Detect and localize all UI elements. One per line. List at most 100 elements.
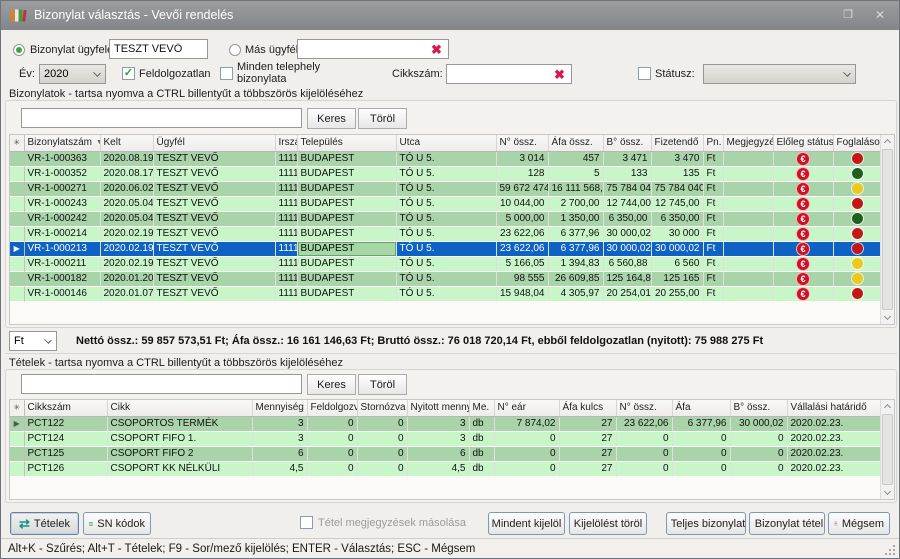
doc-number-cell[interactable]: VR-1-000182 bbox=[24, 271, 100, 286]
items-search-input[interactable] bbox=[21, 374, 302, 394]
doc-number-cell[interactable]: VR-1-000242 bbox=[24, 211, 100, 226]
currency-cell[interactable]: Ft bbox=[703, 181, 723, 196]
unit-price-cell[interactable]: 0 bbox=[494, 461, 559, 476]
date-cell[interactable]: 2020.08.17 bbox=[100, 166, 153, 181]
city-cell[interactable]: BUDAPEST bbox=[297, 166, 396, 181]
reservation-status-cell[interactable] bbox=[833, 196, 882, 211]
document-row[interactable]: VR-1-0002422020.05.04TESZT VEVŐ1111BUDAP… bbox=[10, 211, 882, 226]
doc-customer-input[interactable] bbox=[109, 39, 208, 59]
unit-price-cell[interactable]: 0 bbox=[494, 446, 559, 461]
items-scrollbar[interactable] bbox=[880, 400, 894, 499]
column-header[interactable]: Irszá bbox=[275, 135, 297, 151]
doc-number-cell[interactable]: VR-1-000363 bbox=[24, 151, 100, 166]
gross-total-cell[interactable]: 133 bbox=[603, 166, 651, 181]
vat-total-cell[interactable]: 0 bbox=[672, 431, 730, 446]
copy-item-notes-checkbox[interactable] bbox=[300, 516, 313, 529]
processed-cell[interactable]: 0 bbox=[307, 461, 357, 476]
column-header[interactable]: Nyitott menny bbox=[407, 400, 469, 416]
gross-total-cell[interactable]: 125 164,85 bbox=[603, 271, 651, 286]
column-header[interactable]: Áfa kulcs bbox=[559, 400, 616, 416]
document-row[interactable]: VR-1-0003632020.08.19TESZT VEVŐ1111BUDAP… bbox=[10, 151, 882, 166]
vat-total-cell[interactable]: 6 377,96 bbox=[548, 226, 603, 241]
item-row[interactable]: ▶PCT122CSOPORTOS TERMÉK3003db7 874,02272… bbox=[10, 416, 882, 431]
advance-status-cell[interactable]: € bbox=[773, 256, 833, 271]
document-row[interactable]: VR-1-0002432020.05.04TESZT VEVŐ1111BUDAP… bbox=[10, 196, 882, 211]
row-indicator[interactable]: ▶ bbox=[10, 416, 24, 431]
unit-cell[interactable]: db bbox=[469, 446, 494, 461]
documents-scrollbar[interactable] bbox=[880, 135, 894, 324]
currency-cell[interactable]: Ft bbox=[703, 271, 723, 286]
vat-total-cell[interactable]: 0 bbox=[672, 446, 730, 461]
processed-cell[interactable]: 0 bbox=[307, 446, 357, 461]
doc-customer-radio[interactable] bbox=[13, 44, 25, 56]
row-indicator[interactable]: ▶ bbox=[10, 241, 24, 256]
vat-rate-cell[interactable]: 27 bbox=[559, 446, 616, 461]
advance-status-cell[interactable]: € bbox=[773, 271, 833, 286]
gross-total-cell[interactable]: 0 bbox=[730, 431, 787, 446]
column-header[interactable]: Pn. bbox=[703, 135, 723, 151]
row-indicator[interactable] bbox=[10, 226, 24, 241]
note-cell[interactable] bbox=[723, 166, 773, 181]
customer-cell[interactable]: TESZT VEVŐ bbox=[153, 286, 275, 301]
advance-status-cell[interactable]: € bbox=[773, 196, 833, 211]
city-cell[interactable]: BUDAPEST bbox=[297, 211, 396, 226]
zip-cell[interactable]: 1111 bbox=[275, 166, 297, 181]
column-header[interactable]: N° eár bbox=[494, 400, 559, 416]
street-cell[interactable]: TÓ U 5. bbox=[396, 271, 496, 286]
street-cell[interactable]: TÓ U 5. bbox=[396, 256, 496, 271]
date-cell[interactable]: 2020.08.19 bbox=[100, 151, 153, 166]
row-indicator[interactable] bbox=[10, 461, 24, 476]
quantity-cell[interactable]: 3 bbox=[252, 431, 307, 446]
document-row[interactable]: VR-1-0002142020.02.19TESZT VEVŐ1111BUDAP… bbox=[10, 226, 882, 241]
payable-cell[interactable]: 6 560 bbox=[651, 256, 703, 271]
date-cell[interactable]: 2020.01.07 bbox=[100, 286, 153, 301]
doc-number-cell[interactable]: VR-1-000213 bbox=[24, 241, 100, 256]
status-select[interactable] bbox=[703, 64, 856, 84]
unit-price-cell[interactable]: 0 bbox=[494, 431, 559, 446]
unit-cell[interactable]: db bbox=[469, 461, 494, 476]
note-cell[interactable] bbox=[723, 271, 773, 286]
clear-selection-button[interactable]: Kijelölést töröl bbox=[569, 512, 647, 535]
documents-search-input[interactable] bbox=[21, 108, 302, 128]
row-indicator[interactable] bbox=[10, 166, 24, 181]
customer-cell[interactable]: TESZT VEVŐ bbox=[153, 196, 275, 211]
row-indicator[interactable] bbox=[10, 196, 24, 211]
zip-cell[interactable]: 1111 bbox=[275, 256, 297, 271]
net-total-cell[interactable]: 10 044,00 bbox=[496, 196, 548, 211]
open-quantity-cell[interactable]: 3 bbox=[407, 416, 469, 431]
vat-total-cell[interactable]: 0 bbox=[672, 461, 730, 476]
note-cell[interactable] bbox=[723, 151, 773, 166]
gross-total-cell[interactable]: 30 000,02 bbox=[603, 241, 651, 256]
item-name-cell[interactable]: CSOPORTOS TERMÉK bbox=[107, 416, 252, 431]
customer-cell[interactable]: TESZT VEVŐ bbox=[153, 211, 275, 226]
gross-total-cell[interactable]: 20 254,01 bbox=[603, 286, 651, 301]
payable-cell[interactable]: 125 165 bbox=[651, 271, 703, 286]
note-cell[interactable] bbox=[723, 241, 773, 256]
reservation-status-cell[interactable] bbox=[833, 271, 882, 286]
reservation-status-cell[interactable] bbox=[833, 241, 882, 256]
document-row[interactable]: VR-1-0001462020.01.07TESZT VEVŐ1111BUDAP… bbox=[10, 286, 882, 301]
currency-cell[interactable]: Ft bbox=[703, 241, 723, 256]
payable-cell[interactable]: 75 784 040, bbox=[651, 181, 703, 196]
gross-total-cell[interactable]: 30 000,02 bbox=[730, 416, 787, 431]
advance-status-cell[interactable]: € bbox=[773, 151, 833, 166]
street-cell[interactable]: TÓ U 5. bbox=[396, 211, 496, 226]
row-indicator[interactable] bbox=[10, 271, 24, 286]
other-customer-input[interactable] bbox=[297, 39, 449, 59]
column-header[interactable]: N° össz. bbox=[496, 135, 548, 151]
date-cell[interactable]: 2020.05.04 bbox=[100, 211, 153, 226]
scroll-up-icon[interactable] bbox=[884, 139, 891, 146]
documents-search-button[interactable]: Keres bbox=[307, 108, 356, 129]
note-cell[interactable] bbox=[723, 196, 773, 211]
advance-status-cell[interactable]: € bbox=[773, 226, 833, 241]
net-total-cell[interactable]: 59 672 474, bbox=[496, 181, 548, 196]
net-total-cell[interactable]: 23 622,06 bbox=[616, 416, 672, 431]
item-name-cell[interactable]: CSOPORT FIFO 2 bbox=[107, 446, 252, 461]
customer-cell[interactable]: TESZT VEVŐ bbox=[153, 151, 275, 166]
column-header[interactable]: Utca bbox=[396, 135, 496, 151]
date-cell[interactable]: 2020.05.04 bbox=[100, 196, 153, 211]
select-all-button[interactable]: Mindent kijelöl bbox=[488, 512, 565, 535]
scroll-thumb[interactable] bbox=[882, 414, 893, 485]
column-header[interactable]: Áfa bbox=[672, 400, 730, 416]
cancel-button[interactable]: Mégsem bbox=[828, 512, 890, 535]
